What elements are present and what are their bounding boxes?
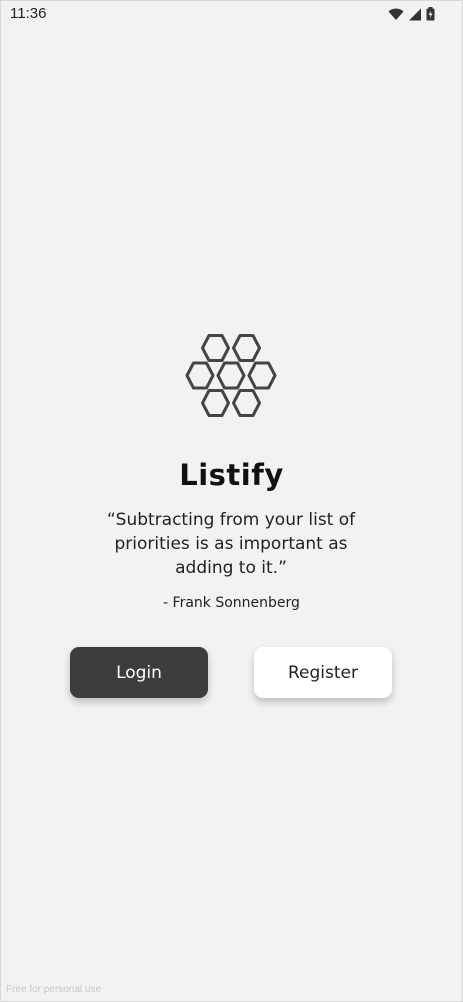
register-button[interactable]: Register <box>254 647 392 698</box>
screen-frame <box>0 0 463 1002</box>
watermark-text: Free for personal use <box>6 984 102 995</box>
status-time: 11:36 <box>10 5 47 22</box>
quote-author: - Frank Sonnenberg <box>163 595 300 611</box>
honeycomb-icon <box>184 332 278 420</box>
app-title: Listify <box>179 458 284 492</box>
status-bar: 11:36 <box>0 0 463 28</box>
wifi-icon <box>388 6 404 25</box>
status-icons <box>388 6 435 25</box>
battery-icon <box>426 6 435 25</box>
login-button[interactable]: Login <box>70 647 208 698</box>
signal-icon <box>408 6 422 25</box>
quote-text: “Subtracting from your list of prioritie… <box>106 510 356 578</box>
